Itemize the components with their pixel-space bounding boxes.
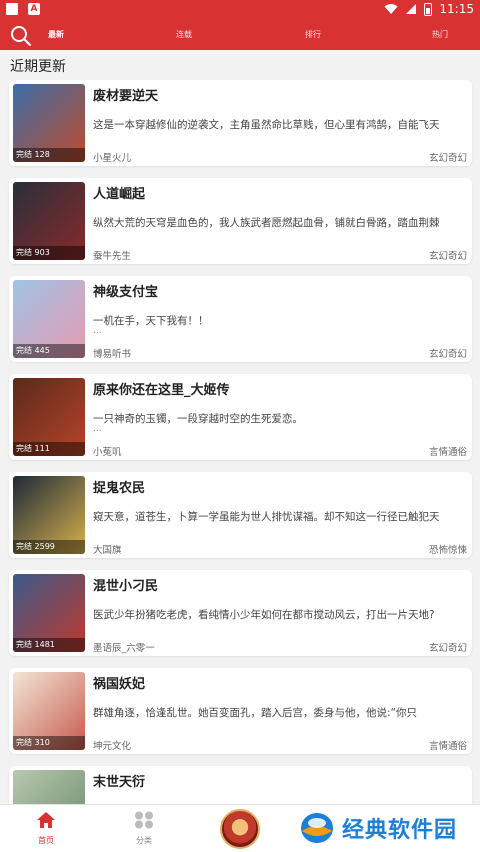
book-description: 一机在手，天下我有！！: [93, 315, 209, 327]
book-description: 群雄角逐，恰逢乱世。她百变面孔，踏入后宫，委身与他，他说:“你只: [93, 707, 417, 719]
book-author: 蚕牛先生: [93, 251, 132, 262]
bottom-nav: 首页 分类 经典软件园: [0, 804, 480, 852]
book-card[interactable]: 完结 1481 混世小刁民医武少年扮猪吃老虎，看纯情小少年如何在都市搅动风云，打出…: [9, 570, 472, 656]
book-title: 原来你还在这里_大姬传: [93, 383, 230, 398]
book-genre: 玄幻奇幻: [428, 349, 467, 360]
nav-category-label: 分类: [136, 836, 152, 845]
cover-status-badge: 完结 1481: [13, 638, 85, 652]
book-title: 混世小刁民: [93, 579, 159, 594]
cover-status-badge: 完结 903: [13, 246, 85, 260]
tab-popular[interactable]: 热门: [432, 29, 448, 40]
book-cover-image: 完结 310: [13, 672, 85, 750]
book-description: 一只神奇的玉镯，一段穿越时空的生死爱恋。: [93, 413, 303, 425]
book-card[interactable]: 完结 310 祸国妖妃群雄角逐，恰逢乱世。她百变面孔，踏入后宫，委身与他，他说:“…: [9, 668, 472, 754]
book-cover-image: 完结 1481: [13, 574, 85, 652]
book-title: 祸国妖妃: [93, 677, 146, 692]
book-author: 小星火儿: [93, 153, 132, 164]
book-genre: 恐怖惊悚: [428, 545, 467, 556]
book-title: 神级支付宝: [93, 285, 159, 300]
status-bar: A 11:15: [0, 0, 480, 20]
book-genre: 玄幻奇幻: [428, 153, 467, 164]
book-author: 小菟叽: [93, 447, 122, 458]
book-cover-image: [13, 770, 85, 804]
book-genre: 玄幻奇幻: [428, 251, 467, 262]
book-cover-image: 完结 128: [13, 84, 85, 162]
book-author: 墨语辰_六零一: [93, 643, 155, 654]
cover-status-badge: 完结 310: [13, 736, 85, 750]
nav-home-label: 首页: [38, 836, 54, 845]
watermark-logo-icon: [301, 813, 333, 843]
nav-category[interactable]: 分类: [114, 811, 174, 846]
search-icon[interactable]: [10, 25, 32, 47]
book-cover-image: 完结 445: [13, 280, 85, 358]
book-author: 坤元文化: [93, 741, 132, 752]
book-genre: 言情通俗: [428, 741, 467, 752]
book-genre: 玄幻奇幻: [428, 643, 467, 654]
book-description: 纵然大荒的天穹是血色的，我人族武者愿燃起血骨，铺就白骨路，踏血荆棘: [93, 217, 440, 229]
book-title: 废材要逆天: [93, 89, 159, 104]
category-grid-icon: [135, 811, 153, 829]
book-card[interactable]: 末世天衍: [9, 766, 472, 804]
watermark: 经典软件园: [298, 811, 457, 845]
book-card[interactable]: 完结 445 神级支付宝一机在手，天下我有！！... 博易听书 玄幻奇幻: [9, 276, 472, 362]
book-author: 大国旗: [93, 545, 122, 556]
clock: 11:15: [439, 2, 474, 16]
book-card[interactable]: 完结 111 原来你还在这里_大姬传 一只神奇的玉镯，一段穿越时空的生死爱恋。..…: [9, 374, 472, 460]
book-genre: 言情通俗: [428, 447, 467, 458]
cover-status-badge: 完结 2599: [13, 540, 85, 554]
avatar[interactable]: [220, 809, 260, 849]
book-cover-image: 完结 111: [13, 378, 85, 456]
nav-home[interactable]: 首页: [16, 811, 76, 846]
book-description: 窥天意，道苍生，卜算一学虽能为世人排忧谋福。却不知这一行径已触犯天: [93, 511, 440, 523]
book-card[interactable]: 完结 2599 捉鬼农民窥天意，道苍生，卜算一学虽能为世人排忧谋福。却不知这一行径…: [9, 472, 472, 558]
book-description: 这是一本穿越修仙的逆袭文，主角虽然命比草贱，但心里有鸿鹄，自能飞天: [93, 119, 440, 131]
book-card[interactable]: 完结 903 人道崛起纵然大荒的天穹是血色的，我人族武者愿燃起血骨，铺就白骨路，踏…: [9, 178, 472, 264]
battery-icon: [424, 2, 433, 16]
tab-latest[interactable]: 最新: [48, 29, 64, 40]
notification-a-icon: A: [28, 3, 40, 15]
book-card[interactable]: 完结 128 废材要逆天这是一本穿越修仙的逆袭文，主角虽然命比草贱，但心里有鸿鹄，…: [9, 80, 472, 166]
top-tab-bar: 最新 连载 排行 热门: [0, 20, 480, 50]
section-title: 近期更新: [10, 59, 66, 75]
notification-square-icon: [6, 3, 18, 15]
book-title: 末世天衍: [93, 775, 146, 790]
signal-icon: [406, 4, 417, 14]
book-description: 医武少年扮猪吃老虎，看纯情小少年如何在都市搅动风云，打出一片天地?: [93, 609, 435, 621]
book-title: 捉鬼农民: [93, 481, 146, 496]
wifi-icon: [384, 4, 398, 14]
cover-status-badge: 完结 445: [13, 344, 85, 358]
home-icon: [37, 812, 55, 828]
book-description-more: ...: [93, 424, 102, 434]
book-list[interactable]: 完结 128 废材要逆天这是一本穿越修仙的逆袭文，主角虽然命比草贱，但心里有鸿鹄，…: [0, 80, 480, 804]
watermark-text: 经典软件园: [342, 818, 458, 843]
book-title: 人道崛起: [93, 187, 146, 202]
cover-status-badge: 完结 128: [13, 148, 85, 162]
book-cover-image: 完结 2599: [13, 476, 85, 554]
cover-status-badge: 完结 111: [13, 442, 85, 456]
book-cover-image: 完结 903: [13, 182, 85, 260]
tab-ranking[interactable]: 排行: [305, 29, 321, 40]
book-description-more: ...: [93, 326, 102, 336]
tab-serial[interactable]: 连载: [176, 29, 192, 40]
book-author: 博易听书: [93, 349, 132, 360]
